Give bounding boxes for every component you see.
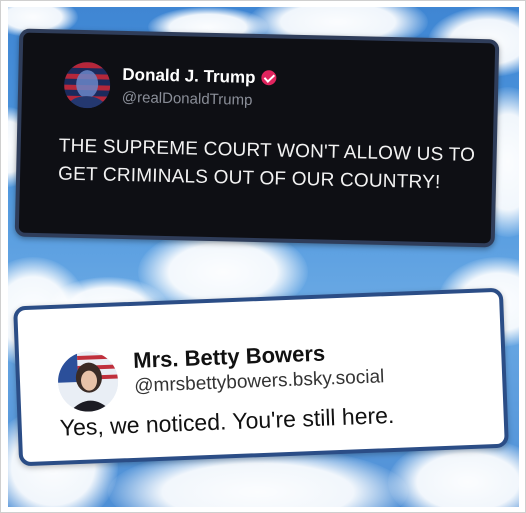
post-card-top: Donald J. Trump @realDonaldTrump THE SUP… [14, 28, 500, 248]
post-card-bottom: Mrs. Betty Bowers @mrsbettybowers.bsky.s… [13, 287, 509, 467]
post-text: Yes, we noticed. You're still here. [59, 401, 395, 441]
avatar[interactable] [63, 61, 111, 109]
post-text: THE SUPREME COURT WON'T ALLOW US TO GET … [57, 135, 476, 194]
display-name[interactable]: Donald J. Trump [122, 65, 277, 88]
avatar[interactable] [56, 350, 120, 413]
user-handle[interactable]: @realDonaldTrump [122, 89, 253, 109]
image-frame: Donald J. Trump @realDonaldTrump THE SUP… [0, 0, 526, 513]
verified-check-icon [261, 70, 277, 86]
display-name-text: Donald J. Trump [122, 64, 256, 87]
